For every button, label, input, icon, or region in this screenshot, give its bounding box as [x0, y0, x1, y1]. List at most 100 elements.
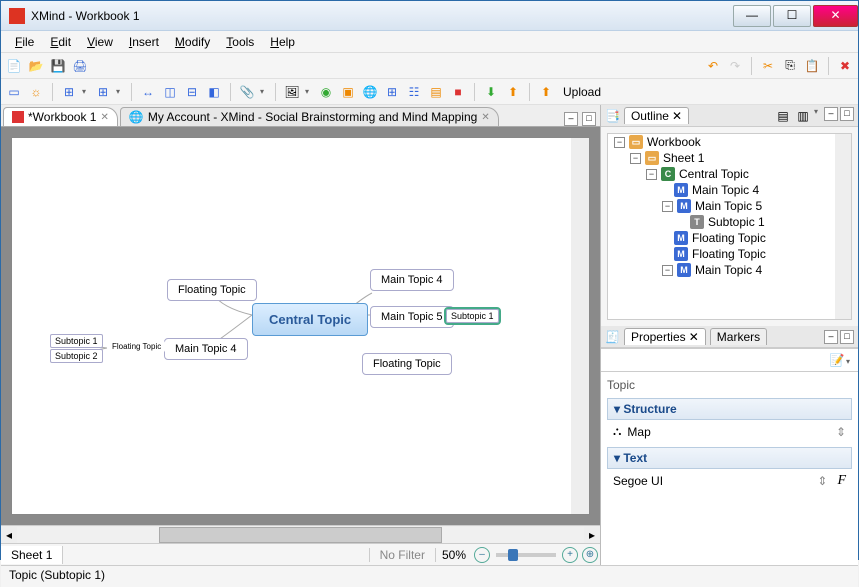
close-button[interactable]: ✕	[813, 5, 858, 27]
marker7-icon[interactable]: ■	[449, 83, 467, 101]
save-icon[interactable]: 💾	[49, 57, 67, 75]
upload-icon[interactable]: ⬆	[537, 83, 555, 101]
close-icon[interactable]: ✕	[672, 109, 682, 123]
minimize-button[interactable]: —	[733, 5, 771, 27]
canvas-vscroll[interactable]	[571, 138, 589, 514]
print-icon[interactable]: 🖨	[71, 57, 89, 75]
outline-view2-icon[interactable]: ▥	[794, 107, 812, 125]
topic2-icon[interactable]: ☼	[27, 83, 45, 101]
cut-icon[interactable]: ✂	[759, 57, 777, 75]
font-style-icon[interactable]: F	[837, 473, 846, 489]
tree-row[interactable]: −CCentral Topic	[608, 166, 851, 182]
mindmap-canvas[interactable]: Central Topic Main Topic 4 Main Topic 5 …	[11, 137, 590, 515]
relation-icon[interactable]: ↔	[139, 83, 157, 101]
outline-tab[interactable]: Outline ✕	[624, 107, 689, 124]
undo-icon[interactable]: ↶	[704, 57, 722, 75]
markers-tab[interactable]: Markers	[710, 328, 767, 345]
maximize-button[interactable]: ☐	[773, 5, 811, 27]
open-icon[interactable]: 📂	[27, 57, 45, 75]
pane-minimize-icon[interactable]: –	[824, 107, 838, 121]
menu-file[interactable]: File	[7, 33, 42, 51]
collapse-icon[interactable]: −	[662, 265, 673, 276]
tab-close-icon[interactable]: ✕	[100, 112, 108, 123]
tree-row[interactable]: −▭Workbook	[608, 134, 851, 150]
outline-menu-icon[interactable]: ▾	[814, 107, 822, 125]
outline-view1-icon[interactable]: ▤	[774, 107, 792, 125]
new-icon[interactable]: 📄	[5, 57, 23, 75]
zoom-in-icon[interactable]: +	[562, 547, 578, 563]
close-icon[interactable]: ✕	[689, 330, 699, 344]
menu-tools[interactable]: Tools	[218, 33, 262, 51]
node-subtopic-2[interactable]: Subtopic 2	[50, 349, 103, 363]
menu-modify[interactable]: Modify	[167, 33, 218, 51]
zoom-slider[interactable]	[496, 553, 556, 557]
spinner-icon[interactable]: ⇕	[836, 425, 846, 439]
structure-row[interactable]: ⛬ Map ⇕	[607, 420, 852, 443]
node-central[interactable]: Central Topic	[252, 303, 368, 336]
delete-icon[interactable]: ✖	[836, 57, 854, 75]
pane-minimize-icon[interactable]: –	[824, 330, 838, 344]
upload-button[interactable]: Upload	[559, 85, 605, 99]
section-text[interactable]: Text	[607, 447, 852, 469]
node-main-topic-4b[interactable]: Main Topic 4	[164, 338, 248, 360]
marker4-icon[interactable]: ⊞	[383, 83, 401, 101]
subtopic2-icon[interactable]: ⊞	[94, 83, 112, 101]
menu-help[interactable]: Help	[262, 33, 303, 51]
node-main-topic-4[interactable]: Main Topic 4	[370, 269, 454, 291]
copy-icon[interactable]: ⎘	[781, 57, 799, 75]
canvas-hscroll[interactable]: ◂▸	[1, 525, 600, 543]
zoom-fit-icon[interactable]: ⊕	[582, 547, 598, 563]
summary-icon[interactable]: ⊟	[183, 83, 201, 101]
tab-workbook[interactable]: *Workbook 1 ✕	[3, 107, 118, 126]
collapse-icon[interactable]: −	[614, 137, 625, 148]
tab-web[interactable]: 🌐 My Account - XMind - Social Brainstorm…	[120, 107, 499, 126]
label-icon[interactable]: ◧	[205, 83, 223, 101]
node-subtopic-1[interactable]: Subtopic 1	[446, 309, 499, 323]
node-floating-1[interactable]: Floating Topic	[167, 279, 257, 301]
properties-tab[interactable]: Properties ✕	[624, 328, 706, 345]
tree-row[interactable]: MFloating Topic	[608, 230, 851, 246]
filter-label[interactable]: No Filter	[369, 548, 435, 562]
paste-icon[interactable]: 📋	[803, 57, 821, 75]
up-icon[interactable]: ⬆	[504, 83, 522, 101]
down-icon[interactable]: ⬇	[482, 83, 500, 101]
pane-maximize-icon[interactable]: □	[840, 330, 854, 344]
collapse-icon[interactable]: −	[646, 169, 657, 180]
font-row[interactable]: Segoe UI ⇕ F	[607, 469, 852, 493]
zoom-label[interactable]: 50%	[435, 548, 472, 562]
props-menu-icon[interactable]: 📝	[828, 351, 846, 369]
marker2-icon[interactable]: ▣	[339, 83, 357, 101]
tree-row[interactable]: TSubtopic 1	[608, 214, 851, 230]
pane-maximize-icon[interactable]: □	[840, 107, 854, 121]
collapse-icon[interactable]: −	[662, 201, 673, 212]
subtopic-icon[interactable]: ⊞	[60, 83, 78, 101]
marker1-icon[interactable]: ◉	[317, 83, 335, 101]
tree-row[interactable]: MFloating Topic	[608, 246, 851, 262]
boundary-icon[interactable]: ◫	[161, 83, 179, 101]
tree-row[interactable]: −MMain Topic 4	[608, 262, 851, 278]
image-icon[interactable]: 🖼	[283, 83, 301, 101]
outline-vscroll[interactable]	[835, 134, 851, 319]
tree-row[interactable]: −MMain Topic 5	[608, 198, 851, 214]
node-subtopic-1b[interactable]: Subtopic 1	[50, 334, 103, 348]
redo-icon[interactable]: ↷	[726, 57, 744, 75]
menu-view[interactable]: View	[79, 33, 121, 51]
tree-row[interactable]: MMain Topic 4	[608, 182, 851, 198]
tab-maximize-icon[interactable]: □	[582, 112, 596, 126]
tab-minimize-icon[interactable]: –	[564, 112, 578, 126]
marker5-icon[interactable]: ☷	[405, 83, 423, 101]
zoom-out-icon[interactable]: –	[474, 547, 490, 563]
node-floating-small[interactable]: Floating Topic	[108, 341, 165, 352]
sheet-tab-1[interactable]: Sheet 1	[1, 546, 63, 564]
collapse-icon[interactable]: −	[630, 153, 641, 164]
attach-icon[interactable]: 📎	[238, 83, 256, 101]
marker3-icon[interactable]: 🌐	[361, 83, 379, 101]
tree-row[interactable]: −▭Sheet 1	[608, 150, 851, 166]
section-structure[interactable]: Structure	[607, 398, 852, 420]
topic1-icon[interactable]: ▭	[5, 83, 23, 101]
spinner-icon[interactable]: ⇕	[817, 474, 827, 488]
marker6-icon[interactable]: ▤	[427, 83, 445, 101]
tab-close-icon[interactable]: ✕	[481, 112, 489, 123]
node-floating-2[interactable]: Floating Topic	[362, 353, 452, 375]
menu-edit[interactable]: Edit	[42, 33, 79, 51]
